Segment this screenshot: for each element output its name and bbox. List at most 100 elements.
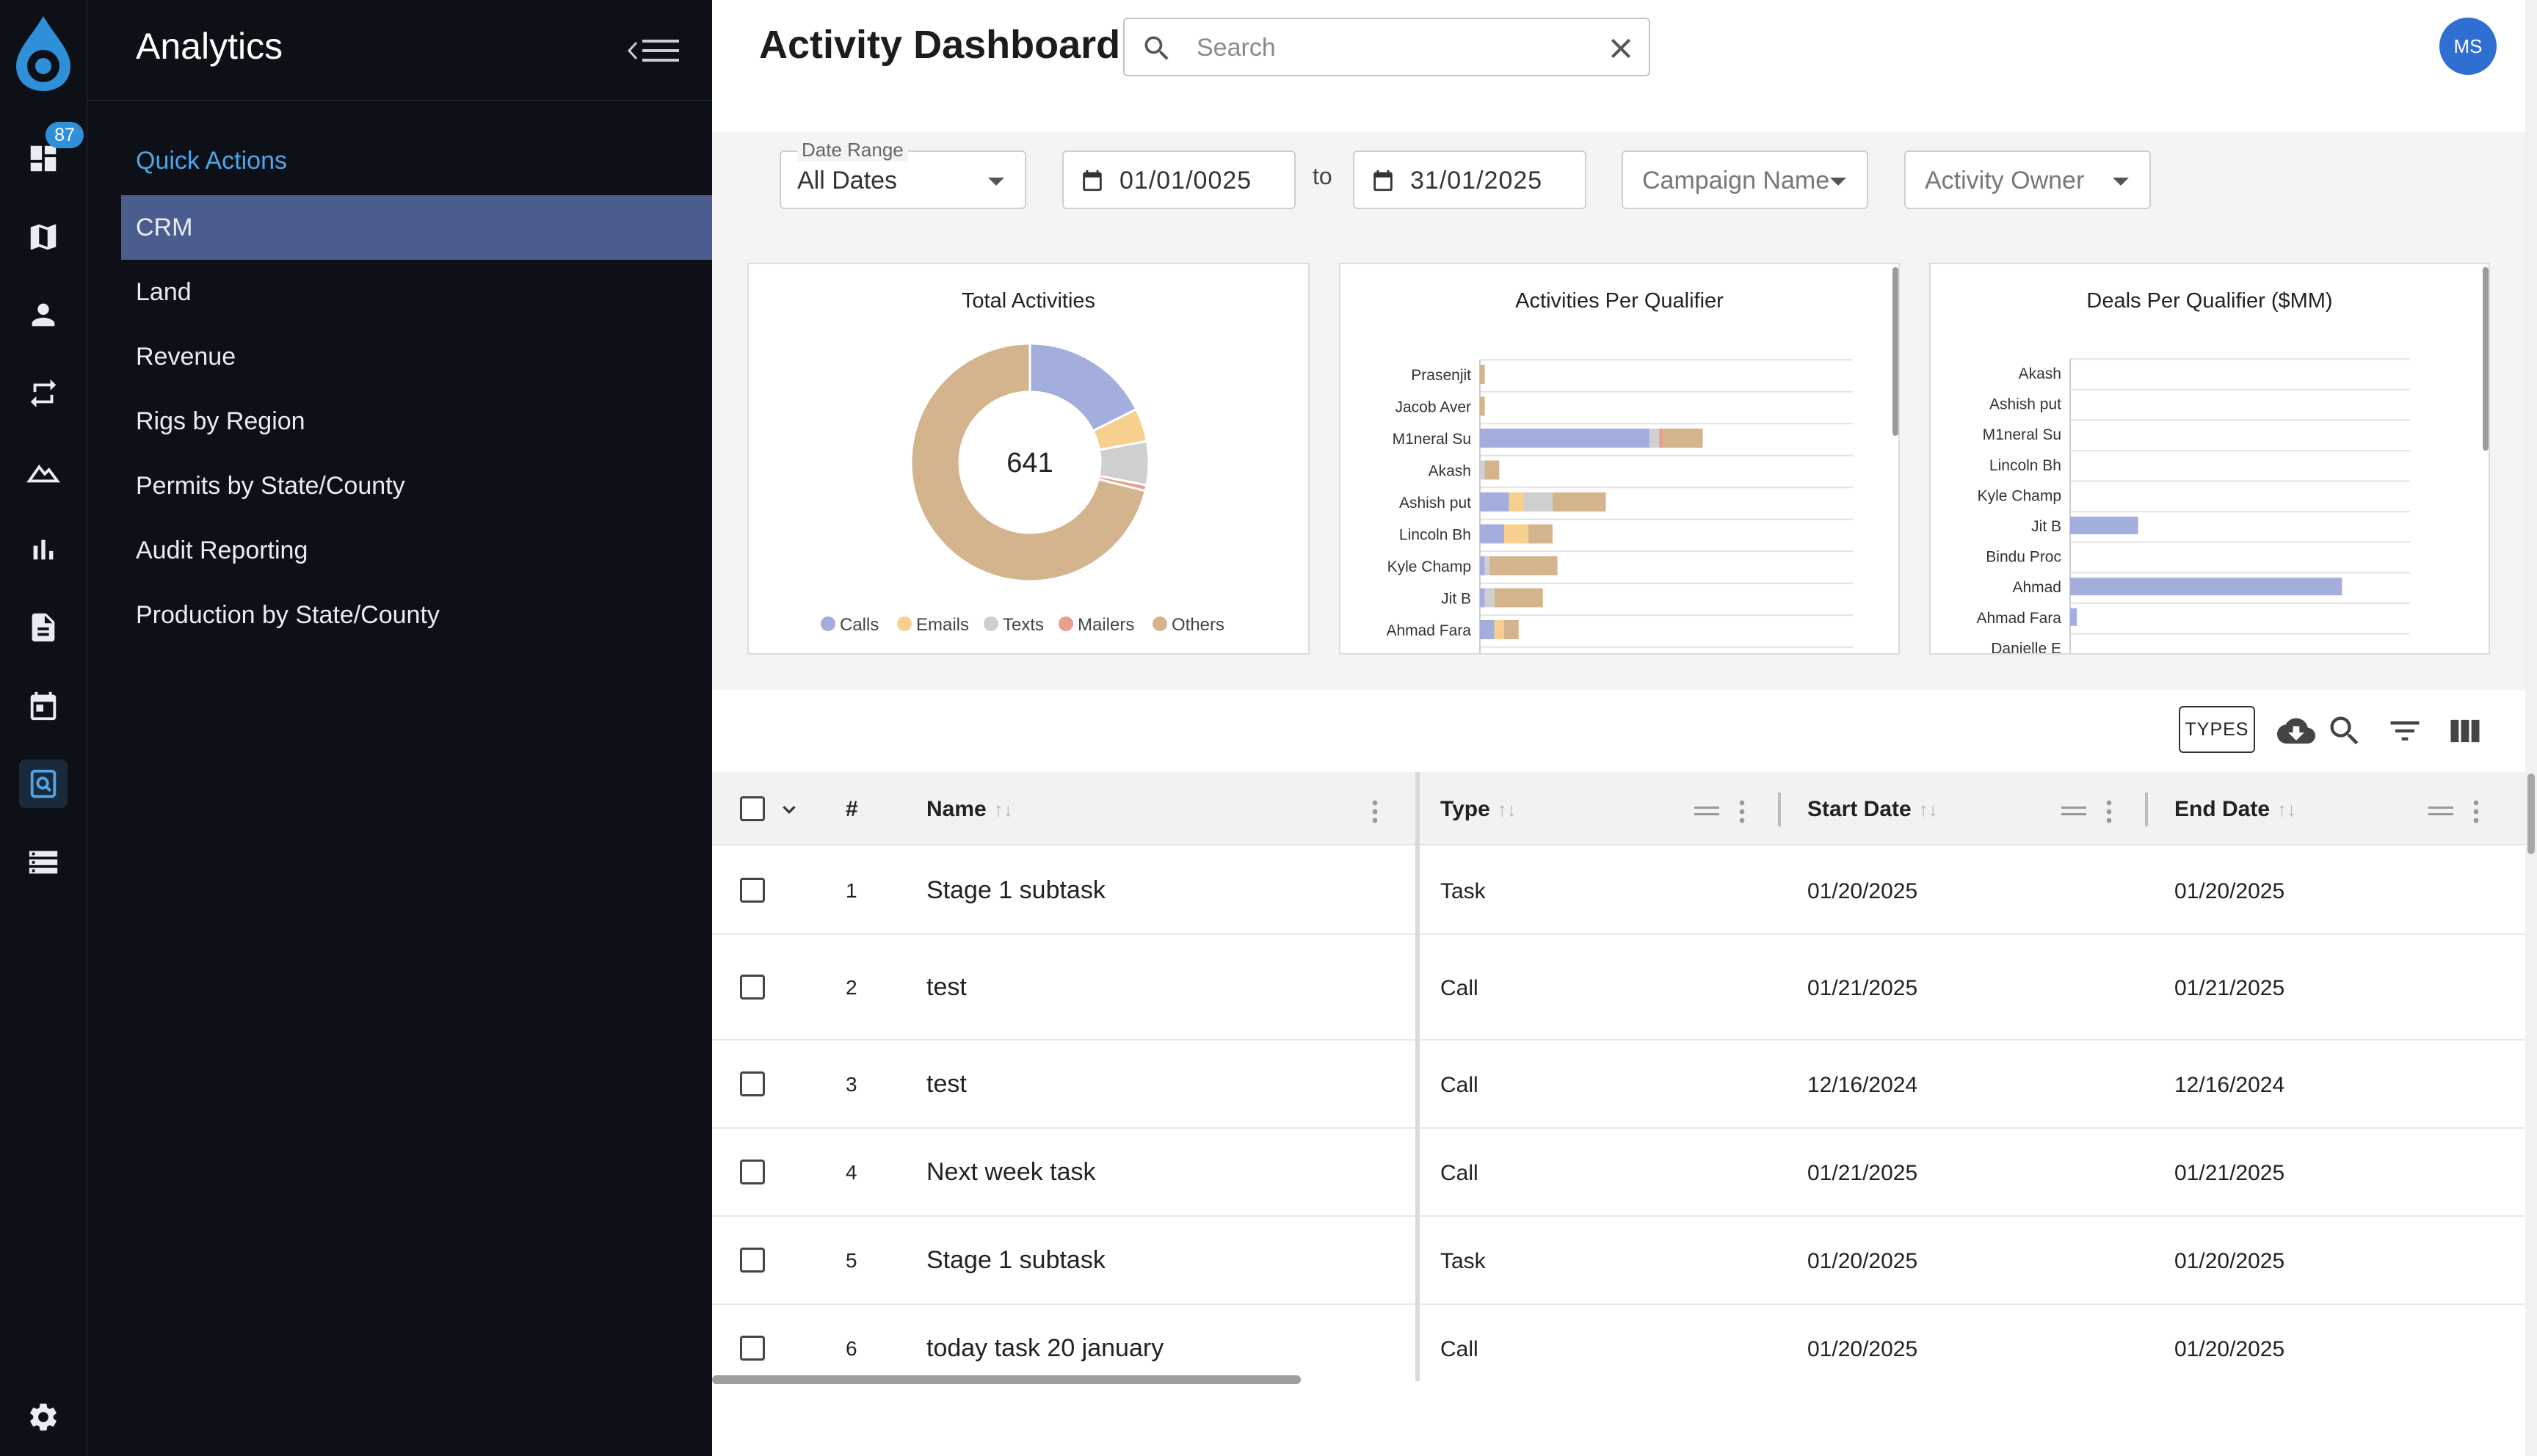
bar-others[interactable] — [1484, 460, 1500, 480]
bar-others[interactable] — [1503, 620, 1519, 639]
avatar[interactable]: MS — [2439, 18, 2497, 75]
row-checkbox[interactable] — [740, 1336, 765, 1361]
bar-texts[interactable] — [1649, 429, 1660, 448]
bar-calls[interactable] — [2070, 517, 2138, 534]
legend-label: Others — [1172, 615, 1224, 635]
bar-others[interactable] — [1489, 556, 1558, 575]
menu-item-land[interactable]: Land — [121, 260, 712, 324]
row-checkbox[interactable] — [740, 975, 765, 1000]
bar-calls[interactable] — [1480, 620, 1495, 639]
person-icon[interactable] — [19, 291, 68, 339]
row-checkbox[interactable] — [740, 1071, 765, 1096]
end-date-field[interactable]: 31/01/2025 — [1353, 150, 1586, 209]
repeat-icon[interactable] — [19, 369, 68, 418]
types-button[interactable]: TYPES — [2179, 706, 2255, 753]
date-range-select[interactable]: Date Range All Dates — [780, 139, 1026, 209]
column-menu-icon[interactable] — [2465, 797, 2487, 826]
bar-calls[interactable] — [1480, 429, 1649, 448]
calendar-icon[interactable] — [19, 682, 68, 730]
table-row[interactable]: 6 today task 20 january Call 01/20/2025 … — [712, 1305, 2525, 1375]
table-row[interactable]: 3 test Call 12/16/2024 12/16/2024 — [712, 1041, 2525, 1129]
campaign-name-select[interactable]: Campaign Name — [1622, 150, 1868, 209]
bar-chart-icon[interactable] — [19, 525, 68, 574]
menu-item-audit-reporting[interactable]: Audit Reporting — [121, 518, 712, 583]
row-end-date: 12/16/2024 — [2174, 1073, 2285, 1097]
sort-icon[interactable]: ↑↓ — [1919, 798, 1938, 821]
menu-item-permits[interactable]: Permits by State/County — [121, 454, 712, 518]
gear-icon[interactable] — [19, 1393, 68, 1441]
drag-handle-icon[interactable] — [2061, 804, 2086, 818]
bar-calls[interactable] — [1480, 588, 1485, 608]
column-header-type[interactable]: Type ↑↓ — [1440, 797, 1517, 822]
menu-item-revenue[interactable]: Revenue — [121, 324, 712, 389]
menu-item-crm[interactable]: CRM — [121, 195, 712, 260]
table-row[interactable]: 2 test Call 01/21/2025 01/21/2025 — [712, 935, 2525, 1041]
column-resize-handle[interactable] — [2145, 793, 2148, 826]
app-logo-icon[interactable] — [10, 13, 76, 94]
bar-others[interactable] — [1552, 492, 1606, 512]
select-all-checkbox[interactable] — [740, 796, 765, 821]
document-icon[interactable] — [19, 603, 68, 652]
bar-calls[interactable] — [1480, 556, 1485, 575]
column-header-number[interactable]: # — [846, 797, 858, 822]
bar-texts[interactable] — [1523, 492, 1553, 512]
sort-icon[interactable]: ↑↓ — [994, 798, 1013, 821]
table-row[interactable]: 4 Next week task Call 01/21/2025 01/21/2… — [712, 1129, 2525, 1217]
bar-texts[interactable] — [1484, 556, 1490, 575]
bar-others[interactable] — [1663, 429, 1703, 448]
drag-handle-icon[interactable] — [2428, 804, 2453, 818]
bar-others[interactable] — [1494, 588, 1543, 608]
column-resize-handle[interactable] — [1778, 793, 1781, 826]
map-icon[interactable] — [19, 213, 68, 261]
row-checkbox[interactable] — [740, 878, 765, 903]
menu-item-rigs-by-region[interactable]: Rigs by Region — [121, 389, 712, 454]
column-menu-icon[interactable] — [1364, 797, 1386, 826]
row-checkbox[interactable] — [740, 1160, 765, 1184]
legend-swatch — [984, 616, 998, 631]
table-row[interactable]: 5 Stage 1 subtask Task 01/20/2025 01/20/… — [712, 1217, 2525, 1305]
collapse-menu-icon[interactable] — [626, 32, 682, 69]
column-header-start-date[interactable]: Start Date ↑↓ — [1807, 797, 1938, 822]
filter-icon[interactable] — [2386, 712, 2424, 750]
sort-icon[interactable]: ↑↓ — [1498, 798, 1517, 821]
sort-icon[interactable]: ↑↓ — [2277, 798, 2296, 821]
terrain-icon[interactable] — [19, 447, 68, 495]
storage-list-icon[interactable] — [19, 838, 68, 887]
table-row[interactable]: 1 Stage 1 subtask Task 01/20/2025 01/20/… — [712, 847, 2525, 935]
chart-scrollbar[interactable] — [2483, 267, 2489, 451]
cloud-download-icon[interactable] — [2277, 712, 2315, 750]
bar-texts[interactable] — [1480, 460, 1485, 480]
search-input[interactable] — [1195, 29, 1577, 66]
start-date-field[interactable]: 01/01/0025 — [1062, 150, 1296, 209]
bar-emails[interactable] — [1509, 492, 1524, 512]
column-menu-icon[interactable] — [2098, 797, 2120, 826]
menu-item-production[interactable]: Production by State/County — [121, 583, 712, 647]
bar-texts[interactable] — [1484, 588, 1495, 608]
search-icon[interactable] — [2326, 712, 2364, 750]
chevron-down-icon[interactable] — [778, 798, 800, 820]
column-menu-icon[interactable] — [1731, 797, 1753, 826]
chart-scrollbar[interactable] — [1892, 267, 1898, 436]
close-icon[interactable] — [1606, 34, 1636, 63]
bar-others[interactable] — [1480, 396, 1485, 416]
quick-actions-link[interactable]: Quick Actions — [136, 147, 287, 175]
page-scrollbar[interactable] — [2527, 774, 2535, 854]
bar-others[interactable] — [1480, 365, 1485, 384]
column-header-name[interactable]: Name ↑↓ — [926, 797, 1013, 822]
row-end-date: 01/20/2025 — [2174, 1337, 2285, 1361]
column-header-end-date[interactable]: End Date ↑↓ — [2174, 797, 2296, 822]
columns-icon[interactable] — [2446, 712, 2484, 750]
bar-calls[interactable] — [2070, 578, 2342, 596]
horizontal-scrollbar[interactable] — [712, 1375, 1301, 1384]
drag-handle-icon[interactable] — [1694, 804, 1719, 818]
activity-owner-select[interactable]: Activity Owner — [1904, 150, 2151, 209]
bar-others[interactable] — [1528, 524, 1553, 544]
bar-mailers[interactable] — [1659, 429, 1664, 448]
row-checkbox[interactable] — [740, 1248, 765, 1273]
bar-calls[interactable] — [1480, 524, 1504, 544]
bar-emails[interactable] — [1494, 620, 1504, 639]
bar-calls[interactable] — [1480, 492, 1509, 512]
bar-emails[interactable] — [1503, 524, 1528, 544]
search-document-icon[interactable] — [19, 760, 68, 808]
bar-calls[interactable] — [2070, 608, 2077, 626]
